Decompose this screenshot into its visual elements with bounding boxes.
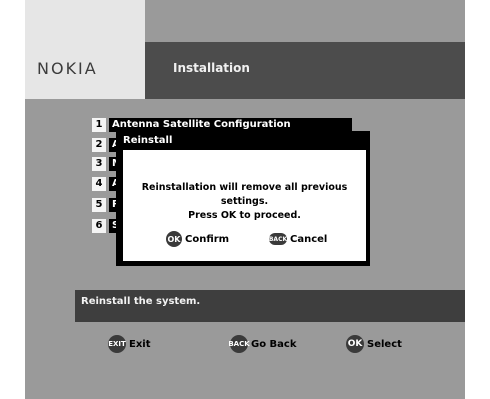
dialog-message-line1: Reinstallation will remove all previous … [141, 182, 348, 207]
menu-item-number: 5 [92, 198, 106, 212]
confirm-label: Confirm [185, 233, 230, 245]
menu-item-number: 4 [92, 177, 106, 191]
reinstall-dialog: Reinstall Reinstallation will remove all… [116, 131, 370, 266]
menu-item-number: 1 [92, 118, 106, 132]
dialog-message-line2: Press OK to proceed. [188, 210, 301, 221]
dialog-title: Reinstall [123, 135, 173, 146]
dialog-body: Reinstallation will remove all previous … [123, 150, 366, 261]
menu-item-number: 3 [92, 157, 106, 171]
ok-key-icon: OK [346, 335, 364, 353]
go-back-label: Go Back [251, 338, 297, 350]
logo-area: NOKIA [25, 0, 145, 99]
cancel-label: Cancel [290, 233, 328, 245]
back-key-icon: BACK [228, 335, 250, 353]
back-key-icon: BACK [269, 233, 287, 245]
installation-screen: NOKIA Installation 1 Antenna Satellite C… [0, 0, 490, 399]
exit-label: Exit [129, 338, 151, 350]
go-back-button[interactable]: BACK Go Back [228, 335, 297, 353]
page-title: Installation [173, 61, 250, 75]
menu-item-1[interactable]: 1 Antenna Satellite Configuration [92, 118, 352, 132]
status-text: Reinstall the system. [81, 296, 201, 307]
cancel-button[interactable]: BACK Cancel [269, 233, 327, 245]
status-bar: Reinstall the system. [75, 290, 465, 322]
select-label: Select [367, 338, 402, 350]
select-button[interactable]: OK Select [346, 335, 402, 353]
menu-item-number: 6 [92, 219, 106, 233]
exit-button[interactable]: EXIT Exit [108, 335, 151, 353]
ok-key-icon: OK [166, 231, 182, 247]
menu-item-number: 2 [92, 138, 106, 152]
exit-key-icon: EXIT [108, 335, 126, 353]
nokia-logo: NOKIA [37, 59, 98, 78]
confirm-button[interactable]: OK Confirm [166, 231, 229, 247]
dialog-message: Reinstallation will remove all previous … [123, 181, 366, 223]
menu-item-label: Antenna Satellite Configuration [109, 118, 352, 132]
title-bar: Installation [145, 0, 465, 99]
